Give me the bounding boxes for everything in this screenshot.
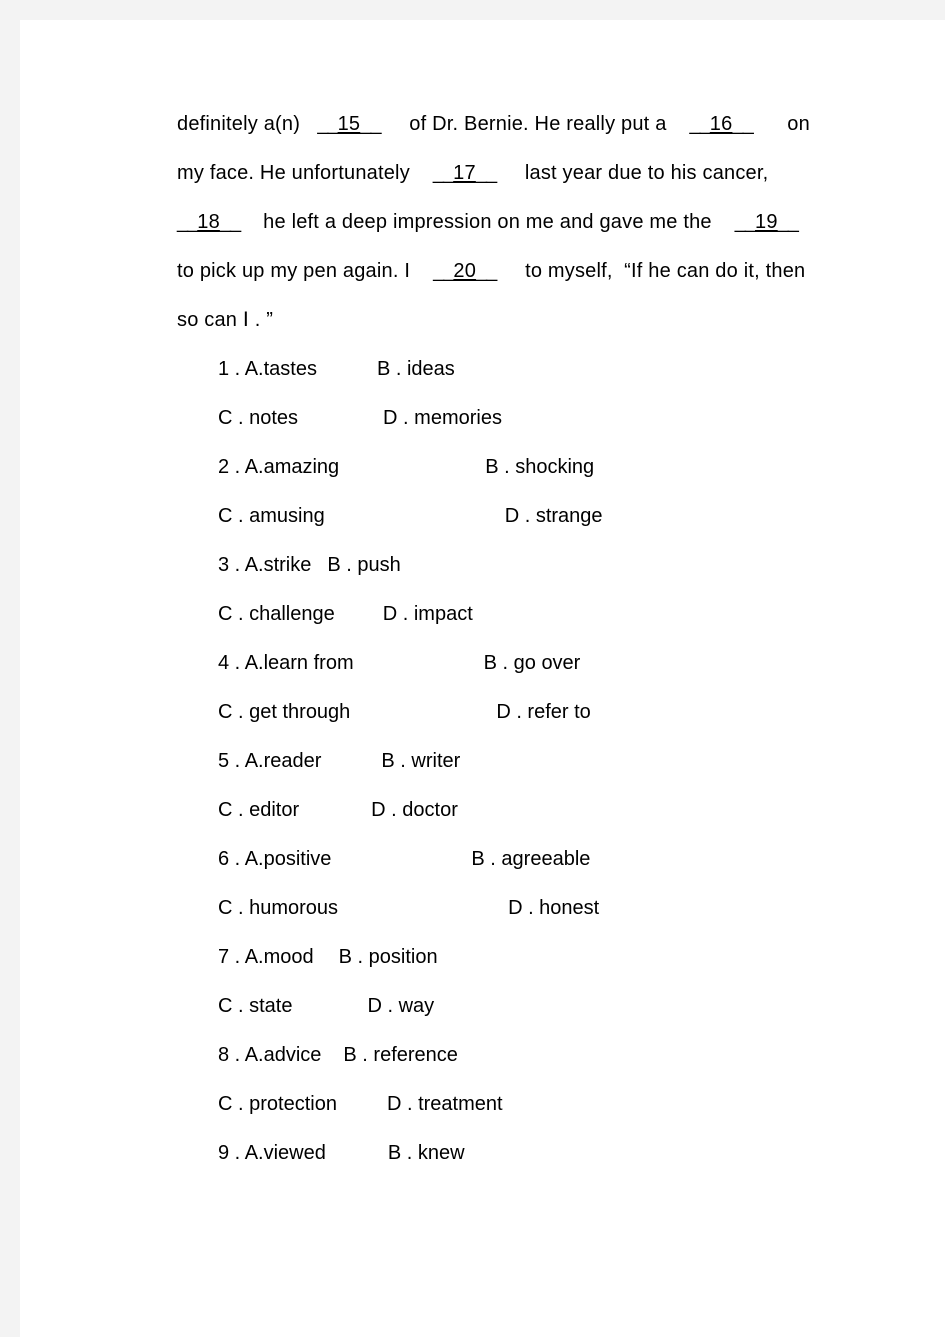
cloze-line: to pick up my pen again. I __20__ to mys… bbox=[177, 247, 897, 296]
cloze-text: to myself, “If he can do it, then bbox=[496, 260, 806, 282]
blank-number: 15 bbox=[337, 113, 361, 135]
document-content: definitely a(n) __15__ of Dr. Bernie. He… bbox=[177, 100, 897, 1178]
option-choice[interactable]: C . protection bbox=[218, 1080, 337, 1129]
blank-trailing-rule: __ bbox=[476, 260, 497, 282]
option-row: C . humorous D . honest bbox=[218, 884, 897, 933]
option-choice[interactable]: C . challenge bbox=[218, 590, 335, 639]
blank-trailing-rule: __ bbox=[219, 211, 241, 233]
blank-number: 19 bbox=[755, 211, 778, 233]
question-options-list: 1 . A.tastes B . ideas C . notes D . memori… bbox=[177, 345, 897, 1178]
option-row: 4 . A.learn from B . go over bbox=[218, 639, 897, 688]
option-row: C . amusing D . strange bbox=[218, 492, 897, 541]
blank-trailing-rule: __ bbox=[475, 162, 497, 184]
blank-trailing-rule: __ bbox=[777, 211, 799, 233]
option-choice[interactable]: 4 . A.learn from bbox=[218, 639, 354, 688]
document-page: definitely a(n) __15__ of Dr. Bernie. He… bbox=[20, 20, 945, 1337]
blank-leading-rule: __ bbox=[689, 113, 711, 135]
cloze-blank-15[interactable]: __15__ bbox=[317, 100, 381, 149]
option-row: C . state D . way bbox=[218, 982, 897, 1031]
option-row: 1 . A.tastes B . ideas bbox=[218, 345, 897, 394]
blank-leading-rule: __ bbox=[432, 162, 454, 184]
option-choice[interactable]: 5 . A.reader bbox=[218, 737, 321, 786]
option-choice[interactable]: B . knew bbox=[388, 1129, 465, 1178]
option-choice[interactable]: D . treatment bbox=[387, 1080, 503, 1129]
cloze-text: he left a deep impression on me and gave… bbox=[240, 211, 735, 233]
option-row: 3 . A.strike B . push bbox=[218, 541, 897, 590]
option-row: 2 . A.amazing B . shocking bbox=[218, 443, 897, 492]
option-row: C . protection D . treatment bbox=[218, 1080, 897, 1129]
option-choice[interactable]: B . push bbox=[327, 541, 400, 590]
blank-trailing-rule: __ bbox=[360, 113, 381, 135]
cloze-text: last year due to his cancer, bbox=[496, 162, 769, 184]
option-choice[interactable]: C . get through bbox=[218, 688, 350, 737]
option-choice[interactable]: C . humorous bbox=[218, 884, 338, 933]
option-choice[interactable]: 9 . A.viewed bbox=[218, 1129, 326, 1178]
option-choice[interactable]: C . state bbox=[218, 982, 292, 1031]
blank-number: 16 bbox=[709, 113, 733, 135]
cloze-text: of Dr. Bernie. He really put a bbox=[380, 113, 690, 135]
option-choice[interactable]: B . ideas bbox=[377, 345, 455, 394]
cloze-line: so can Ⅰ . ” bbox=[177, 296, 897, 345]
cloze-blank-20[interactable]: __20__ bbox=[433, 247, 497, 296]
option-row: C . editor D . doctor bbox=[218, 786, 897, 835]
option-choice[interactable]: C . notes bbox=[218, 394, 298, 443]
option-choice[interactable]: B . shocking bbox=[485, 443, 594, 492]
cloze-line: my face. He unfortunately __17__ last ye… bbox=[177, 149, 897, 198]
cloze-blank-16[interactable]: __16__ bbox=[689, 100, 754, 149]
option-choice[interactable]: C . amusing bbox=[218, 492, 325, 541]
option-row: C . notes D . memories bbox=[218, 394, 897, 443]
blank-trailing-rule: __ bbox=[732, 113, 753, 135]
cloze-text: my face. He unfortunately bbox=[177, 162, 433, 184]
option-row: 5 . A.reader B . writer bbox=[218, 737, 897, 786]
cloze-text: definitely a(n) bbox=[177, 113, 318, 135]
option-choice[interactable]: D . impact bbox=[383, 590, 473, 639]
cloze-text: to pick up my pen again. I bbox=[177, 260, 434, 282]
option-choice[interactable]: B . agreeable bbox=[471, 835, 590, 884]
option-choice[interactable]: 8 . A.advice bbox=[218, 1031, 321, 1080]
option-row: 7 . A.mood B . position bbox=[218, 933, 897, 982]
option-row: 8 . A.advice B . reference bbox=[218, 1031, 897, 1080]
option-choice[interactable]: B . go over bbox=[484, 639, 581, 688]
option-choice[interactable]: B . reference bbox=[343, 1031, 458, 1080]
cloze-line: __18__ he left a deep impression on me a… bbox=[177, 198, 897, 247]
option-choice[interactable]: 1 . A.tastes bbox=[218, 345, 317, 394]
blank-number: 20 bbox=[453, 260, 477, 282]
option-choice[interactable]: D . strange bbox=[505, 492, 603, 541]
blank-number: 18 bbox=[197, 211, 220, 233]
blank-leading-rule: __ bbox=[177, 211, 198, 233]
cloze-text: so can Ⅰ . ” bbox=[177, 309, 274, 331]
blank-leading-rule: __ bbox=[433, 260, 454, 282]
cloze-blank-18[interactable]: __18__ bbox=[177, 198, 241, 247]
option-choice[interactable]: 6 . A.positive bbox=[218, 835, 331, 884]
option-row: C . challenge D . impact bbox=[218, 590, 897, 639]
option-row: C . get through D . refer to bbox=[218, 688, 897, 737]
option-choice[interactable]: D . doctor bbox=[371, 786, 458, 835]
option-choice[interactable]: 7 . A.mood bbox=[218, 933, 314, 982]
cloze-text: on bbox=[752, 113, 810, 135]
option-choice[interactable]: D . refer to bbox=[496, 688, 590, 737]
option-row: 9 . A.viewed B . knew bbox=[218, 1129, 897, 1178]
blank-number: 17 bbox=[453, 162, 476, 184]
option-choice[interactable]: B . writer bbox=[381, 737, 460, 786]
cloze-blank-17[interactable]: __17__ bbox=[432, 149, 497, 198]
option-choice[interactable]: D . way bbox=[367, 982, 434, 1031]
option-choice[interactable]: D . honest bbox=[508, 884, 599, 933]
option-choice[interactable]: 3 . A.strike bbox=[218, 541, 311, 590]
cloze-paragraph: definitely a(n) __15__ of Dr. Bernie. He… bbox=[177, 100, 897, 345]
cloze-line: definitely a(n) __15__ of Dr. Bernie. He… bbox=[177, 100, 897, 149]
option-row: 6 . A.positive B . agreeable bbox=[218, 835, 897, 884]
blank-leading-rule: __ bbox=[734, 211, 756, 233]
option-choice[interactable]: B . position bbox=[339, 933, 438, 982]
option-choice[interactable]: C . editor bbox=[218, 786, 299, 835]
blank-leading-rule: __ bbox=[317, 113, 338, 135]
option-choice[interactable]: D . memories bbox=[383, 394, 502, 443]
option-choice[interactable]: 2 . A.amazing bbox=[218, 443, 339, 492]
cloze-blank-19[interactable]: __19__ bbox=[734, 198, 799, 247]
